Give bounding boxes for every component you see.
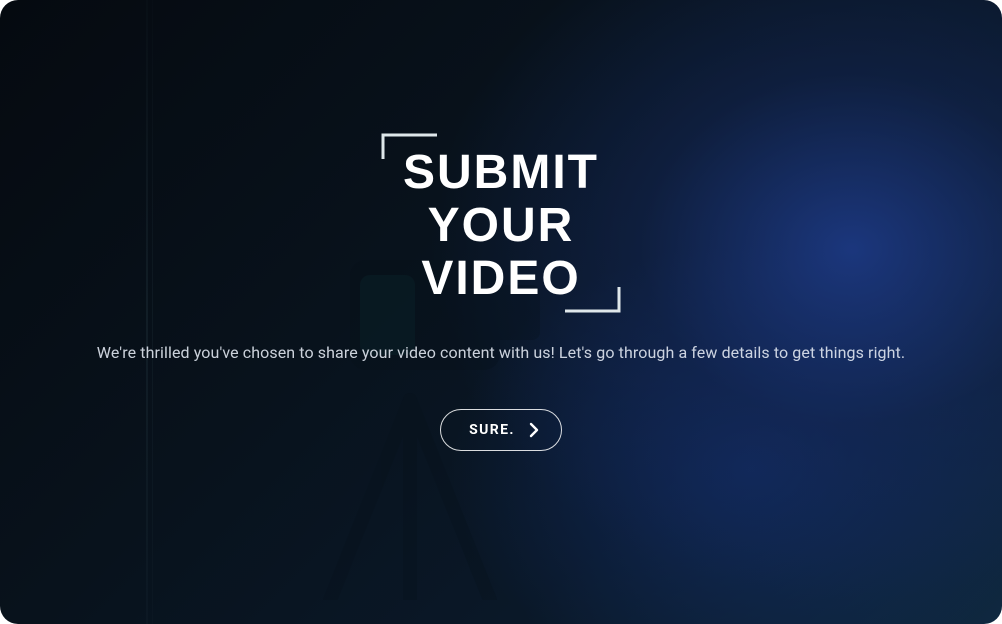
- sure-button[interactable]: SURE.: [440, 409, 562, 451]
- chevron-right-icon: [529, 422, 539, 438]
- sure-button-label: SURE.: [469, 422, 515, 438]
- svg-text:SUBMIT: SUBMIT: [403, 146, 599, 199]
- intro-tagline: We're thrilled you've chosen to share yo…: [97, 341, 905, 364]
- hero-panel: .logotxt { font-family: Impact, "Arial B…: [0, 0, 1002, 624]
- svg-text:VIDEO: VIDEO: [421, 252, 580, 305]
- submit-your-video-logo: .logotxt { font-family: Impact, "Arial B…: [381, 133, 621, 313]
- hero-content: .logotxt { font-family: Impact, "Arial B…: [0, 0, 1002, 624]
- svg-text:YOUR: YOUR: [428, 199, 575, 252]
